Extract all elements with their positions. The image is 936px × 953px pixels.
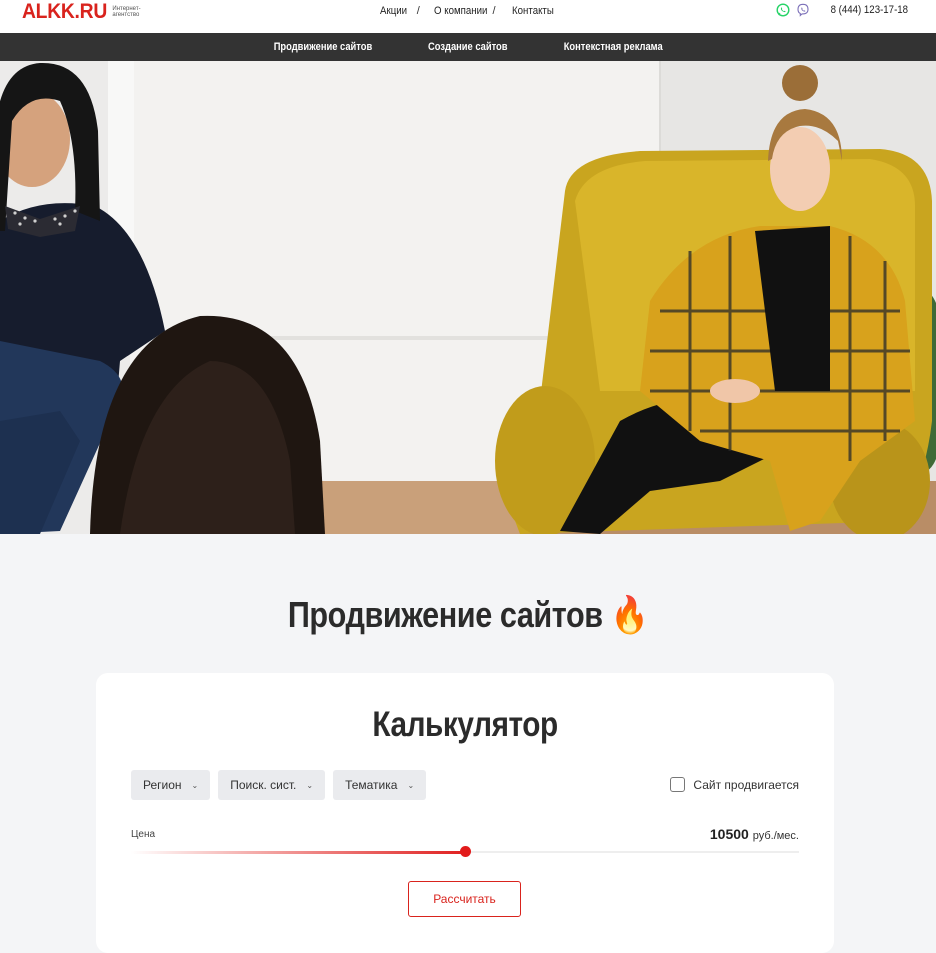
- region-dropdown-label: Регион: [143, 778, 182, 792]
- chevron-down-icon: ⌄: [407, 780, 415, 790]
- phone-number[interactable]: 8 (444) 123-17-18: [831, 4, 908, 16]
- logo-subtitle: Интернет-агентство: [112, 6, 141, 18]
- nav-promotions[interactable]: Акции: [380, 5, 407, 17]
- calculator-title: Калькулятор: [372, 705, 558, 744]
- page-title-text: Продвижение сайтов: [287, 594, 603, 635]
- chevron-down-icon: ⌄: [306, 780, 314, 790]
- hero-photo-illustration: [0, 61, 936, 534]
- search-engine-dropdown[interactable]: Поиск. сист. ⌄: [218, 770, 326, 800]
- price-slider[interactable]: [131, 846, 799, 857]
- calculator-filters: Регион ⌄ Поиск. сист. ⌄ Тематика ⌄: [131, 770, 427, 800]
- whatsapp-icon[interactable]: [776, 3, 790, 17]
- logo[interactable]: ALKK.RU Интернет-агентство: [22, 1, 152, 23]
- site-promoted-option: Сайт продвигается: [670, 777, 799, 792]
- calculator-card: Калькулятор Регион ⌄ Поиск. сист. ⌄ Тема…: [96, 673, 834, 953]
- calculate-button[interactable]: Рассчитать: [408, 881, 521, 917]
- site-promoted-label: Сайт продвигается: [693, 777, 799, 792]
- contacts: 8 (444) 123-17-18: [776, 3, 908, 17]
- price-unit: руб./мес.: [752, 830, 799, 842]
- slider-fill: [131, 851, 465, 854]
- menu-item-seo[interactable]: Продвижение сайтов: [274, 41, 373, 53]
- menu-item-context-ads[interactable]: Контекстная реклама: [563, 41, 662, 53]
- site-promoted-checkbox[interactable]: [670, 777, 686, 792]
- topic-dropdown[interactable]: Тематика ⌄: [333, 770, 427, 800]
- price-label: Цена: [131, 829, 156, 840]
- chevron-down-icon: ⌄: [191, 780, 199, 790]
- topic-dropdown-label: Тематика: [345, 778, 398, 792]
- nav-contacts[interactable]: Контакты: [512, 5, 554, 17]
- slider-thumb[interactable]: [460, 846, 471, 857]
- nav-separator: /: [416, 5, 420, 17]
- top-header: ALKK.RU Интернет-агентство Акции / О ком…: [0, 0, 936, 33]
- top-nav: Акции / О компании / Контакты: [380, 5, 559, 17]
- hero-image: [0, 61, 936, 534]
- nav-about[interactable]: О компании: [434, 5, 487, 17]
- nav-separator: /: [492, 5, 496, 17]
- logo-text: ALKK.RU: [22, 0, 107, 23]
- viber-icon[interactable]: [796, 3, 810, 17]
- page-title: Продвижение сайтов 🔥: [0, 594, 936, 636]
- search-engine-dropdown-label: Поиск. сист.: [230, 778, 297, 792]
- main-menu: Продвижение сайтов Создание сайтов Конте…: [0, 33, 936, 61]
- fire-icon: 🔥: [610, 594, 649, 635]
- price-value: 10500 руб./мес.: [710, 826, 799, 842]
- menu-item-web-dev[interactable]: Создание сайтов: [428, 41, 508, 53]
- price-amount: 10500: [709, 826, 749, 842]
- region-dropdown[interactable]: Регион ⌄: [131, 770, 211, 800]
